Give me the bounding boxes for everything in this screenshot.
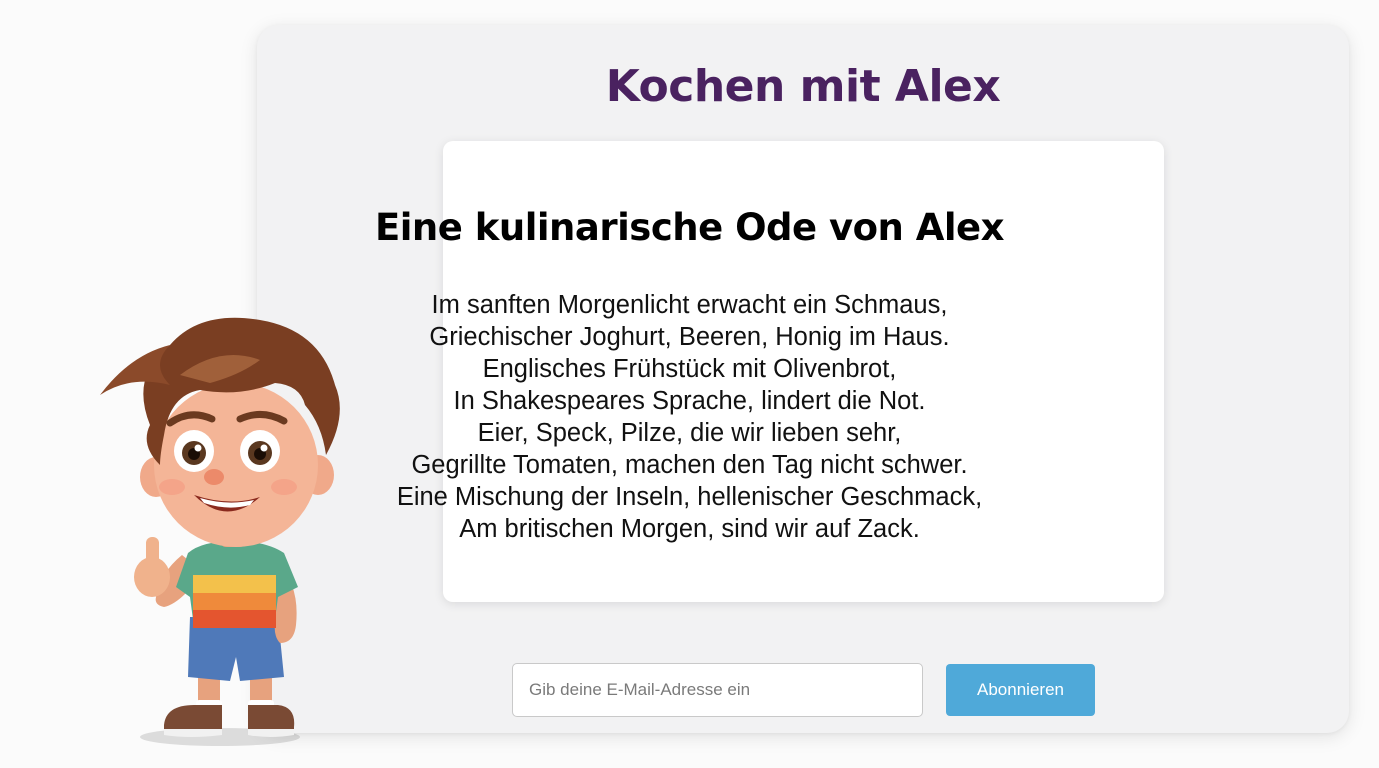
subscribe-button[interactable]: Abonnieren bbox=[946, 664, 1095, 716]
mascot-illustration bbox=[100, 317, 340, 746]
email-input[interactable] bbox=[512, 663, 923, 717]
page: Kochen mit Alex Eine kulinarische Ode vo… bbox=[0, 0, 1379, 768]
poem-title: Eine kulinarische Ode von Alex bbox=[374, 206, 1005, 249]
site-title: Kochen mit Alex bbox=[605, 61, 1001, 112]
